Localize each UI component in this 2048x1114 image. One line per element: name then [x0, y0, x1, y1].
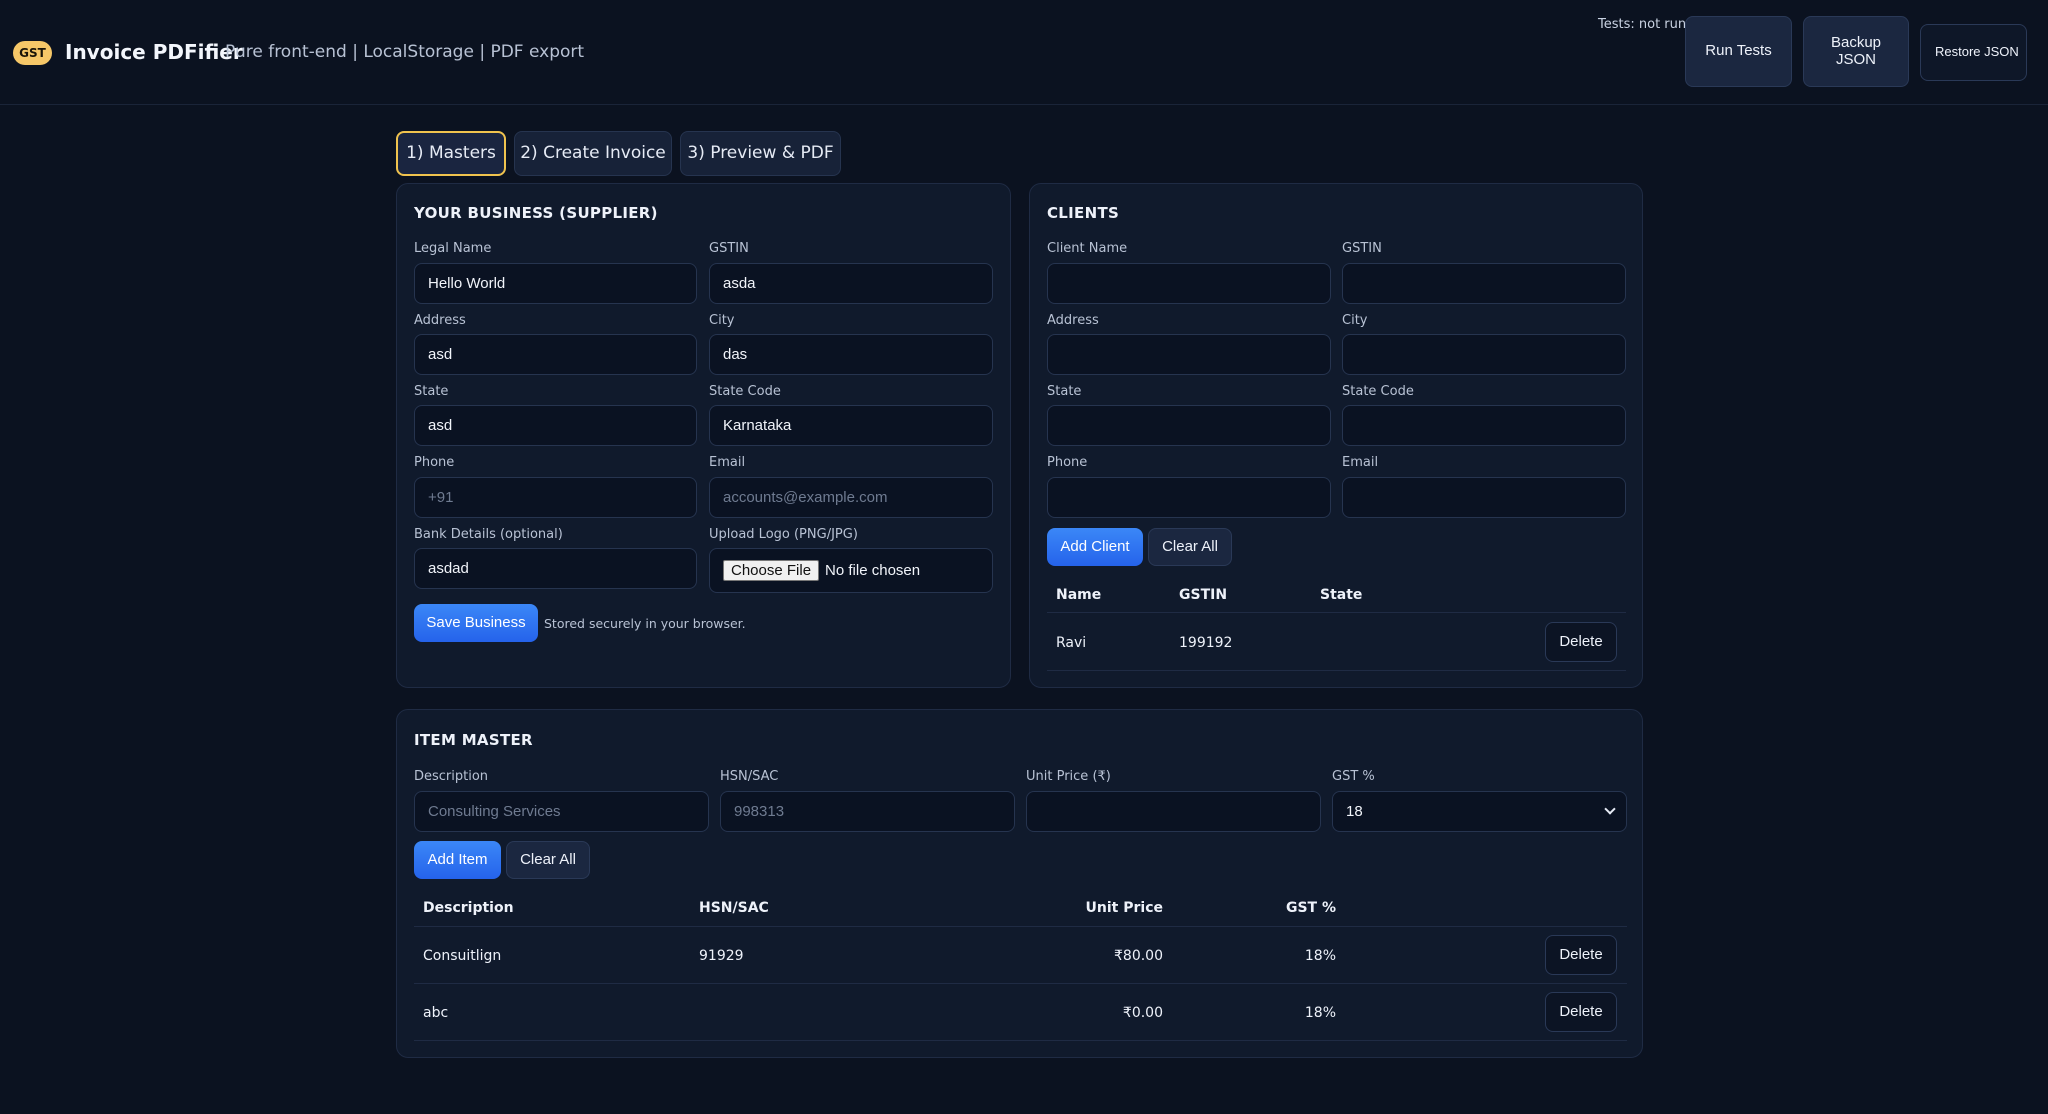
clients-col-state: State — [1320, 587, 1363, 603]
supplier-gstin-label: GSTIN — [709, 241, 749, 256]
client-state-code-label: State Code — [1342, 384, 1414, 399]
gst-selected-value: 18 — [1346, 803, 1363, 820]
legal-name-input[interactable] — [414, 263, 697, 304]
supplier-state-code-input[interactable] — [709, 405, 993, 446]
item-description-cell: abc — [423, 1005, 449, 1021]
items-col-description: Description — [423, 900, 514, 916]
items-header-divider — [414, 926, 1627, 927]
client-state-code-input[interactable] — [1342, 405, 1626, 446]
supplier-phone-label: Phone — [414, 455, 455, 470]
item-hsn-input[interactable] — [720, 791, 1015, 832]
restore-json-button[interactable]: Restore JSON — [1920, 24, 2027, 81]
client-address-input[interactable] — [1047, 334, 1331, 375]
client-gstin-label: GSTIN — [1342, 241, 1382, 256]
backup-json-button[interactable]: Backup JSON — [1803, 16, 1909, 87]
client-city-label: City — [1342, 313, 1368, 328]
save-hint: Stored securely in your browser. — [544, 616, 746, 631]
client-name-input[interactable] — [1047, 263, 1331, 304]
client-state-label: State — [1047, 384, 1082, 399]
client-email-input[interactable] — [1342, 477, 1626, 518]
choose-file-button[interactable]: Choose File — [723, 560, 820, 581]
legal-name-label: Legal Name — [414, 241, 492, 256]
supplier-city-label: City — [709, 313, 735, 328]
client-name-cell: Ravi — [1056, 635, 1087, 651]
bank-details-label: Bank Details (optional) — [414, 527, 563, 542]
clients-row-divider — [1047, 670, 1626, 671]
chevron-down-icon — [1604, 803, 1616, 815]
supplier-city-input[interactable] — [709, 334, 993, 375]
items-col-gst: GST % — [1285, 900, 1336, 916]
client-phone-input[interactable] — [1047, 477, 1331, 518]
item-master-title: ITEM MASTER — [414, 731, 533, 749]
item-description-input[interactable] — [414, 791, 709, 832]
supplier-email-label: Email — [709, 455, 746, 470]
app-header: GST Invoice PDFifier Pure front-end | Lo… — [0, 0, 2048, 105]
items-row-divider — [414, 983, 1627, 984]
item-unit-price-input[interactable] — [1026, 791, 1321, 832]
items-col-unit-price: Unit Price — [1085, 900, 1163, 916]
clients-col-name: Name — [1056, 587, 1102, 603]
item-master-card: ITEM MASTER Description HSN/SAC Unit Pri… — [396, 709, 1643, 1058]
client-address-label: Address — [1047, 313, 1099, 328]
clients-header-divider — [1047, 612, 1626, 613]
item-gst-label: GST % — [1332, 769, 1375, 784]
bank-details-input[interactable] — [414, 548, 697, 589]
tab-masters[interactable]: 1) Masters — [396, 131, 506, 176]
clients-col-gstin: GSTIN — [1179, 587, 1228, 603]
client-email-label: Email — [1342, 455, 1379, 470]
client-gstin-input[interactable] — [1342, 263, 1626, 304]
supplier-email-input[interactable] — [709, 477, 993, 518]
add-item-button[interactable]: Add Item — [414, 841, 501, 879]
client-name-label: Client Name — [1047, 241, 1128, 256]
upload-logo-label: Upload Logo (PNG/JPG) — [709, 527, 858, 542]
add-client-button[interactable]: Add Client — [1047, 528, 1143, 566]
item-description-label: Description — [414, 769, 489, 784]
delete-item-button[interactable]: Delete — [1545, 992, 1617, 1032]
gst-badge: GST — [13, 41, 52, 65]
save-business-button[interactable]: Save Business — [414, 604, 538, 642]
items-col-hsn: HSN/SAC — [699, 900, 769, 916]
business-card: YOUR BUSINESS (SUPPLIER) Legal Name GSTI… — [396, 183, 1011, 688]
business-card-title: YOUR BUSINESS (SUPPLIER) — [414, 204, 658, 222]
supplier-gstin-input[interactable] — [709, 263, 993, 304]
tab-create-invoice[interactable]: 2) Create Invoice — [514, 131, 672, 176]
tests-status: Tests: not run — [1598, 17, 1687, 32]
supplier-address-label: Address — [414, 313, 466, 328]
items-row-divider — [414, 1040, 1627, 1041]
client-state-input[interactable] — [1047, 405, 1331, 446]
supplier-phone-input[interactable] — [414, 477, 697, 518]
client-phone-label: Phone — [1047, 455, 1088, 470]
tab-preview-pdf[interactable]: 3) Preview & PDF — [680, 131, 841, 176]
supplier-state-code-label: State Code — [709, 384, 781, 399]
item-gst-cell: 18% — [1304, 1005, 1336, 1021]
delete-item-button[interactable]: Delete — [1545, 935, 1617, 975]
file-status: No file chosen — [825, 562, 921, 579]
delete-client-button[interactable]: Delete — [1545, 622, 1617, 662]
item-price-cell: ₹80.00 — [1114, 948, 1163, 964]
run-tests-button[interactable]: Run Tests — [1685, 16, 1792, 87]
logo-file-input[interactable]: Choose File No file chosen — [709, 548, 993, 593]
clients-card-title: CLIENTS — [1047, 204, 1120, 222]
item-description-cell: Consuitlign — [423, 948, 502, 964]
supplier-address-input[interactable] — [414, 334, 697, 375]
item-gst-cell: 18% — [1304, 948, 1336, 964]
app-title: Invoice PDFifier — [65, 40, 243, 64]
client-gstin-cell: 199192 — [1179, 635, 1233, 651]
item-price-cell: ₹0.00 — [1122, 1005, 1163, 1021]
client-city-input[interactable] — [1342, 334, 1626, 375]
item-hsn-cell: 91929 — [699, 948, 744, 964]
item-gst-select[interactable]: 18 — [1332, 791, 1627, 832]
clients-card: CLIENTS Client Name GSTIN Address City S… — [1029, 183, 1643, 688]
supplier-state-label: State — [414, 384, 449, 399]
item-unit-price-label: Unit Price (₹) — [1026, 769, 1111, 784]
item-hsn-label: HSN/SAC — [720, 769, 779, 784]
clear-items-button[interactable]: Clear All — [506, 841, 590, 879]
clear-clients-button[interactable]: Clear All — [1148, 528, 1232, 566]
supplier-state-input[interactable] — [414, 405, 697, 446]
app-subtitle: Pure front-end | LocalStorage | PDF expo… — [225, 42, 585, 62]
